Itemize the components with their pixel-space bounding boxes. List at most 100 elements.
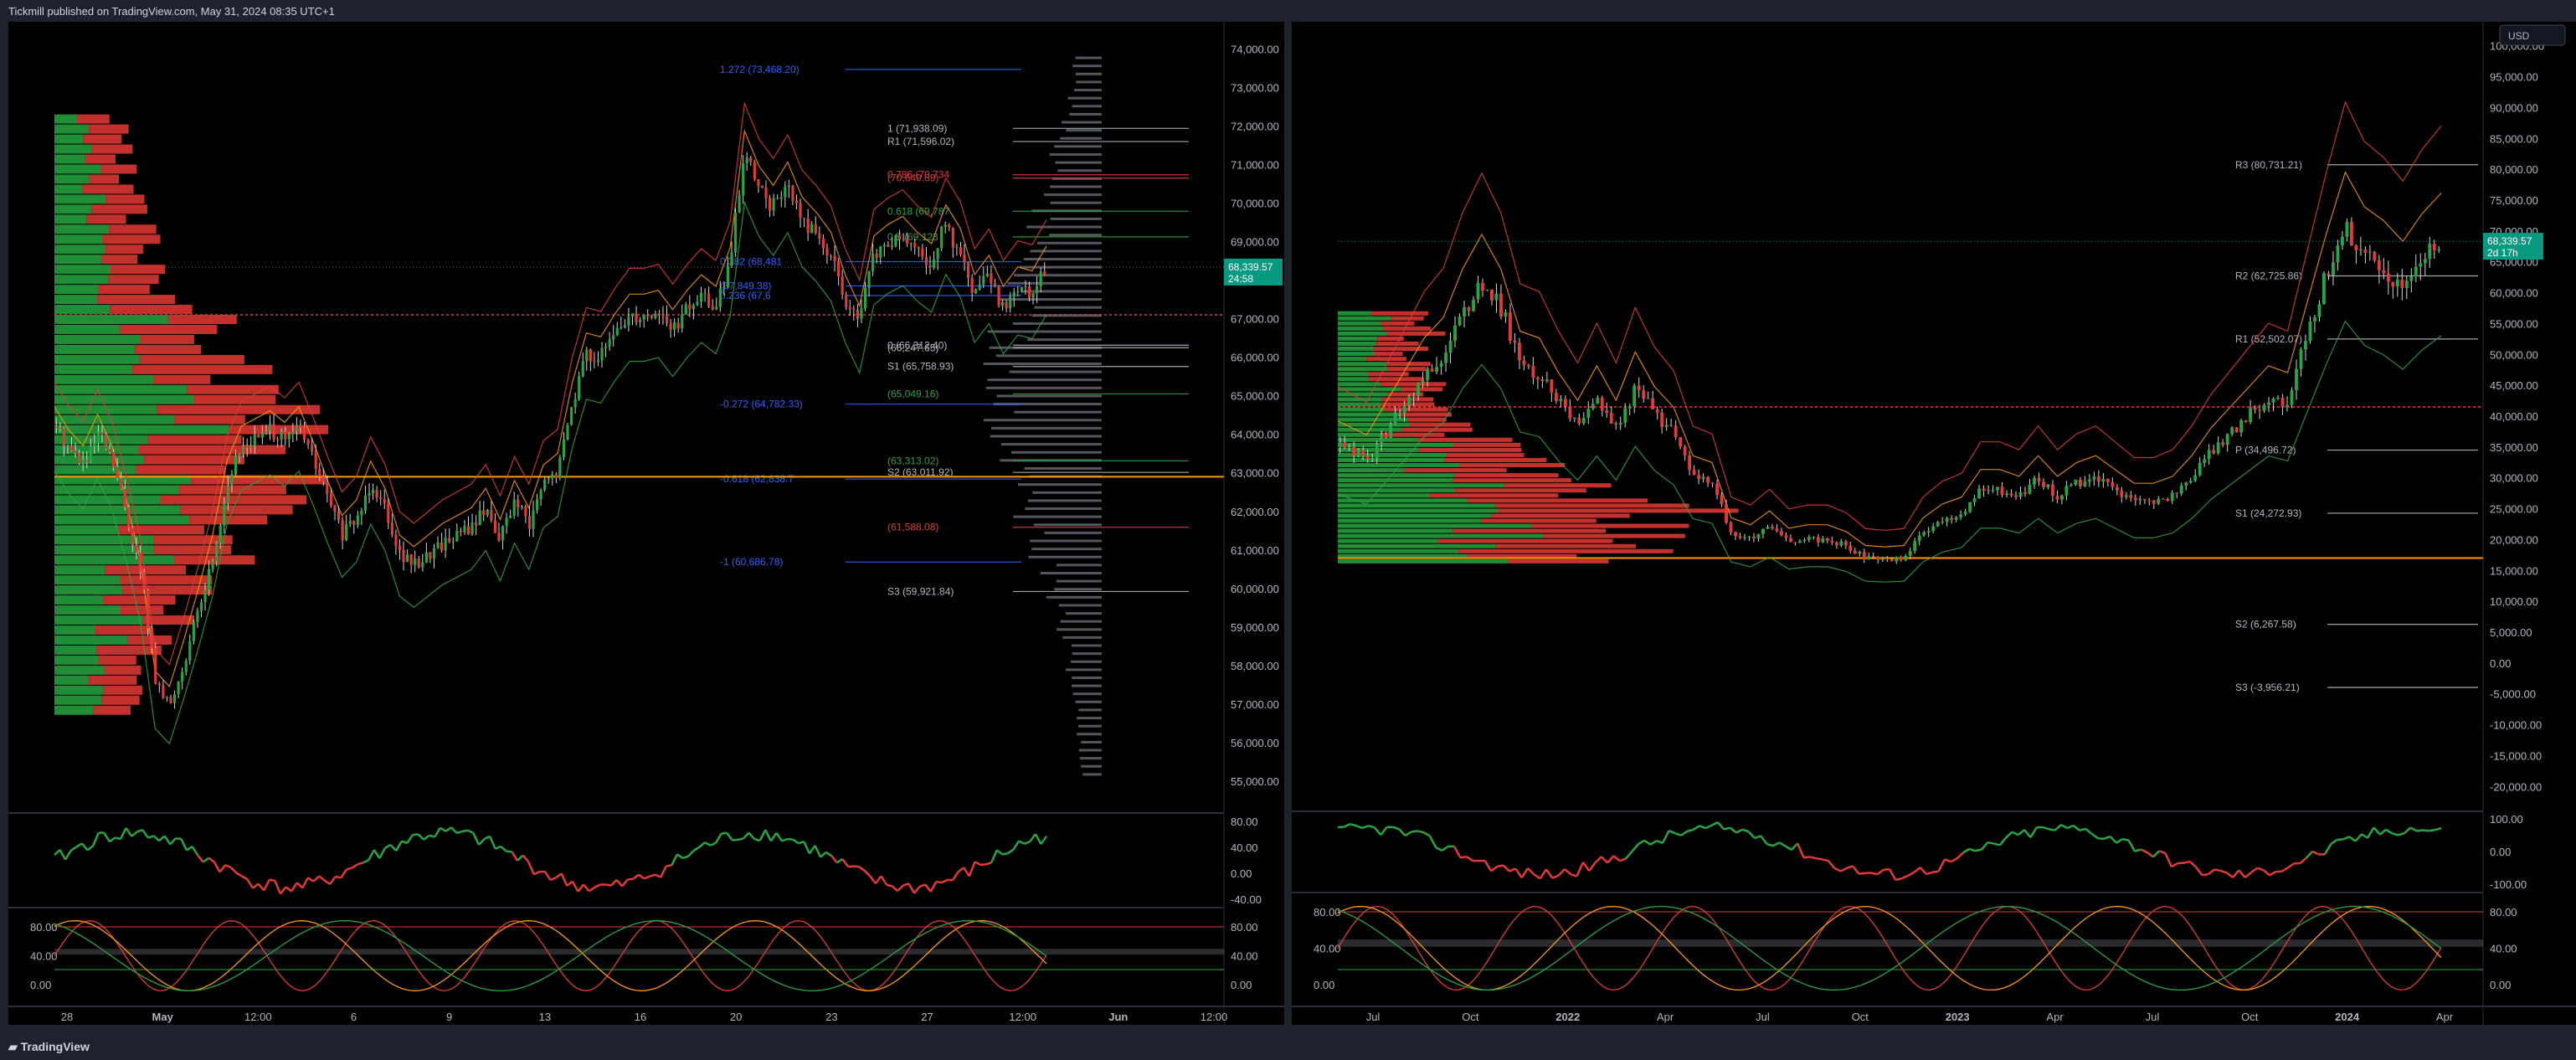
candle-body (1572, 417, 1576, 419)
candle-body (2395, 279, 2399, 287)
volume-bar-buy (54, 435, 148, 445)
candle-body (1867, 556, 1871, 560)
profile-row (1044, 531, 1102, 534)
profile-row (1057, 628, 1102, 631)
volume-bar-buy (54, 265, 111, 275)
profile-row (1062, 635, 1102, 639)
candle-body (2074, 479, 2078, 485)
candle-body (562, 439, 566, 457)
candle-body (578, 376, 581, 399)
volume-bar-buy (54, 285, 99, 295)
candle-body (733, 212, 738, 253)
rsi-line (605, 883, 612, 887)
candle-body (749, 157, 753, 162)
profile-row (1082, 773, 1102, 776)
candle-body (1380, 435, 1384, 445)
candle-body (547, 477, 550, 480)
candle-body (138, 552, 142, 573)
volume-bar-buy (54, 164, 101, 174)
volume-bar-buy (54, 344, 135, 354)
time-tick-label: Apr (2436, 1011, 2454, 1023)
volume-bar-buy (1338, 478, 1453, 483)
volume-bar-buy (1338, 483, 1504, 488)
candle-body (1550, 379, 1554, 394)
volume-bar-buy (1338, 311, 1372, 316)
candle-body (181, 672, 184, 682)
level-label: (65,049.16) (887, 388, 938, 399)
candle-body (1352, 446, 1356, 456)
candle-body (772, 198, 775, 211)
rsi-line (2183, 860, 2191, 864)
profile-row (1079, 757, 1102, 760)
candle-body (348, 520, 352, 525)
candle-body (1444, 352, 1447, 363)
volume-bar-sell (121, 605, 164, 615)
profile-row (1069, 112, 1102, 116)
candle-body (1830, 540, 1834, 543)
candle-body (59, 428, 62, 430)
candle-body (257, 435, 260, 438)
candle-body (188, 641, 192, 661)
price-tick-label: 66,000.00 (1231, 352, 1279, 364)
volume-bar-buy (54, 184, 83, 194)
volume-bar-sell (98, 655, 136, 665)
rsi-line (175, 837, 182, 841)
candle-body (2083, 481, 2087, 486)
profile-row (1057, 169, 1102, 172)
level-label: -0.272 (64,782.33) (720, 399, 803, 410)
profile-row (1013, 322, 1102, 325)
rsi-line (1687, 828, 1694, 832)
candle-body (894, 234, 897, 246)
volume-bar-buy (1338, 533, 1544, 538)
level-label: P (34,496.72) (2235, 445, 2296, 456)
rsi-line (1870, 872, 1878, 876)
profile-row (1065, 668, 1102, 672)
candle-body (196, 610, 199, 622)
rsi-line (1975, 848, 1982, 852)
volume-bar-buy (1338, 558, 1509, 563)
candle-body (150, 628, 153, 648)
candle-body (2262, 404, 2266, 411)
candle-body (1632, 385, 1637, 407)
candle-body (833, 255, 836, 262)
level-label: S3 (59,921.84) (887, 585, 954, 597)
candle-body (2400, 279, 2404, 288)
candle-body (1020, 286, 1023, 291)
time-tick-label: 6 (351, 1011, 357, 1023)
candle-body (2382, 270, 2386, 274)
price-tick-label: 60,000.00 (1231, 583, 1279, 595)
price-tick-label: 57,000.00 (1231, 698, 1279, 711)
tradingview-logo[interactable]: ▰ TradingView (8, 1040, 90, 1054)
stoch-band (54, 949, 1224, 955)
candle-body (1338, 442, 1342, 447)
price-tick-label: 71,000.00 (1231, 159, 1279, 172)
candle-body (1839, 541, 1843, 546)
candle-body (501, 526, 505, 541)
candle-body (432, 548, 436, 559)
candle-body (2069, 484, 2073, 486)
time-tick-label: Oct (2241, 1011, 2259, 1023)
candle-body (2313, 316, 2316, 322)
last-price-countdown: 24:58 (1228, 273, 1253, 285)
volume-bar-sell (1371, 311, 1429, 316)
chart-canvas[interactable]: 74,000.00 73,000.00 72,000.00 71,000.00 70,0… (0, 0, 2576, 1060)
profile-row (1049, 153, 1102, 157)
candle-body (2216, 442, 2220, 454)
volume-bar-sell (1495, 503, 1689, 508)
candle-body (2203, 459, 2207, 463)
candle-body (1996, 486, 1999, 491)
profile-row (1054, 145, 1102, 148)
candle-body (635, 313, 638, 322)
profile-row (1021, 290, 1102, 293)
profile-row (1027, 338, 1102, 342)
candle-body (966, 262, 970, 278)
candle-body (1043, 271, 1046, 275)
candle-body (470, 522, 474, 535)
candle-body (1591, 404, 1595, 409)
candle-body (223, 502, 226, 526)
candle-body (1375, 444, 1379, 459)
volume-bar-buy (1338, 473, 1455, 478)
price-tick-label: 25,000.00 (2490, 503, 2538, 516)
candle-body (1913, 541, 1917, 552)
volume-bar-sell (1401, 412, 1452, 417)
